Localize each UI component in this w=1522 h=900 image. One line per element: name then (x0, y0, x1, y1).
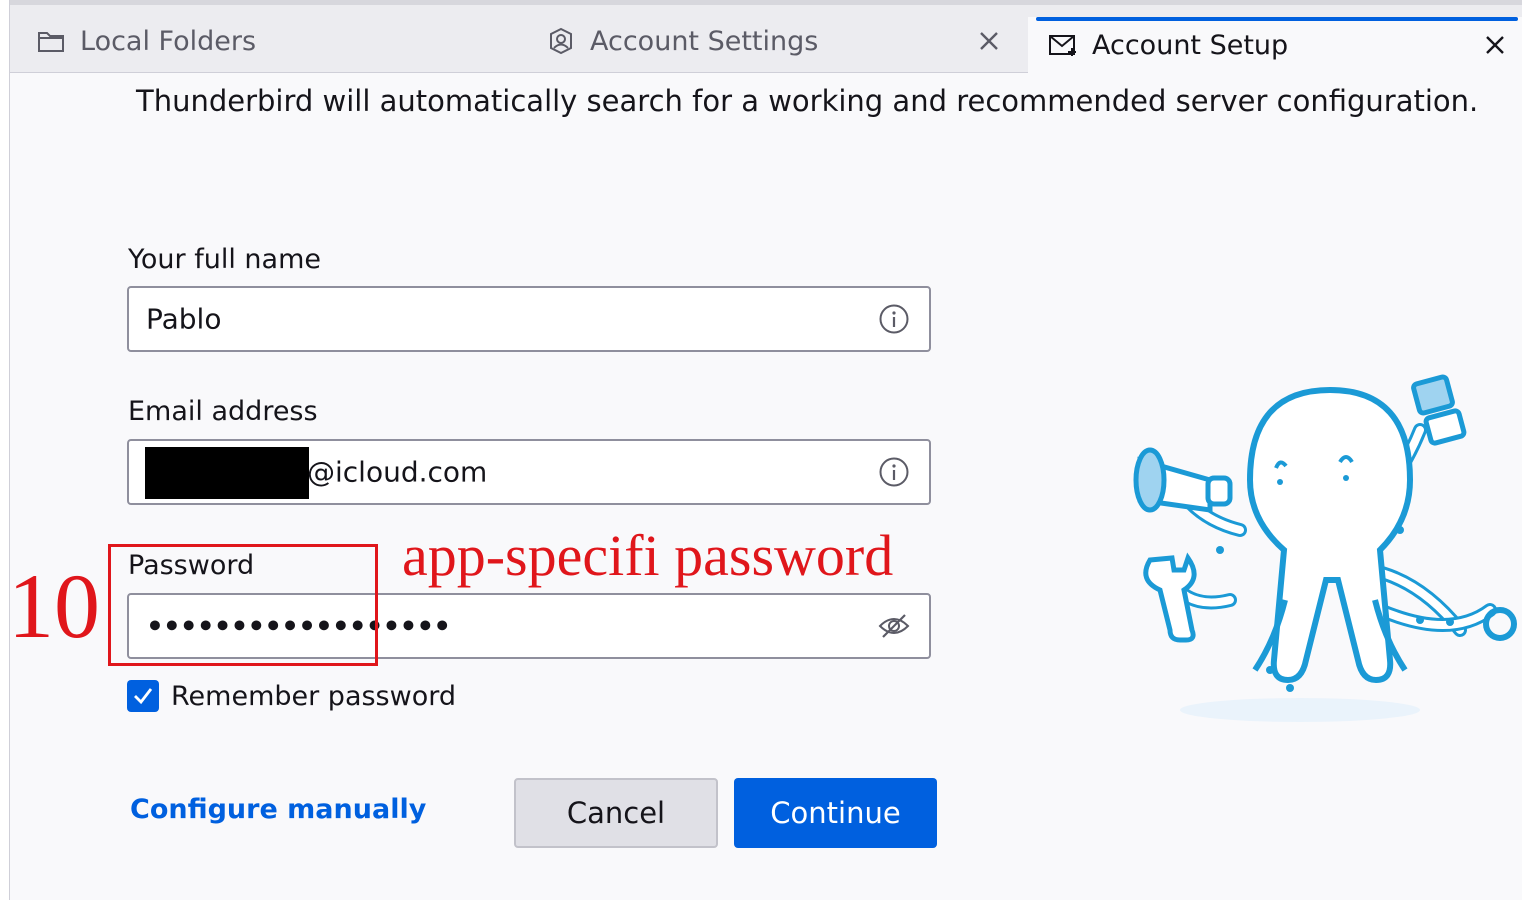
continue-button[interactable]: Continue (734, 778, 937, 848)
tab-account-settings[interactable]: Account Settings (534, 10, 1020, 72)
full-name-value: Pablo (146, 302, 222, 336)
remember-password-checkbox[interactable] (127, 680, 159, 712)
annotation-highlight-box (108, 544, 378, 666)
tab-local-folders[interactable]: Local Folders (34, 10, 514, 72)
email-field[interactable]: @icloud.com (127, 439, 931, 505)
info-icon[interactable] (877, 455, 911, 489)
remember-password-row[interactable]: Remember password (127, 680, 456, 712)
remember-password-label: Remember password (171, 680, 456, 712)
tab-label: Account Settings (590, 25, 819, 57)
annotation-step-number: 10 (8, 555, 100, 657)
full-name-field[interactable]: Pablo (127, 286, 931, 352)
email-domain: @icloud.com (307, 455, 488, 489)
redaction-block (145, 447, 309, 499)
tab-label: Local Folders (80, 25, 257, 57)
folder-icon (36, 26, 66, 56)
configure-manually-link[interactable]: Configure manually (130, 794, 426, 825)
close-icon[interactable] (1480, 30, 1510, 60)
cancel-button[interactable]: Cancel (514, 778, 718, 848)
close-icon[interactable] (974, 26, 1004, 56)
window-left-edge (0, 0, 10, 900)
mail-setup-icon (1048, 30, 1078, 60)
tab-label: Account Setup (1092, 29, 1289, 61)
tab-bar-top-border (10, 0, 1522, 5)
intro-text: Thunderbird will automatically search fo… (136, 84, 1479, 118)
tab-account-setup[interactable]: Account Setup (1028, 17, 1522, 73)
account-settings-icon (546, 26, 576, 56)
info-icon[interactable] (877, 302, 911, 336)
email-label: Email address (128, 396, 318, 427)
eye-slash-icon[interactable] (877, 609, 911, 643)
annotation-note: app-specifi password (402, 523, 894, 588)
octopus-mascot-illustration (1120, 370, 1522, 730)
full-name-label: Your full name (128, 244, 321, 275)
tab-bar: Local Folders Account Settings Account S… (10, 0, 1522, 73)
